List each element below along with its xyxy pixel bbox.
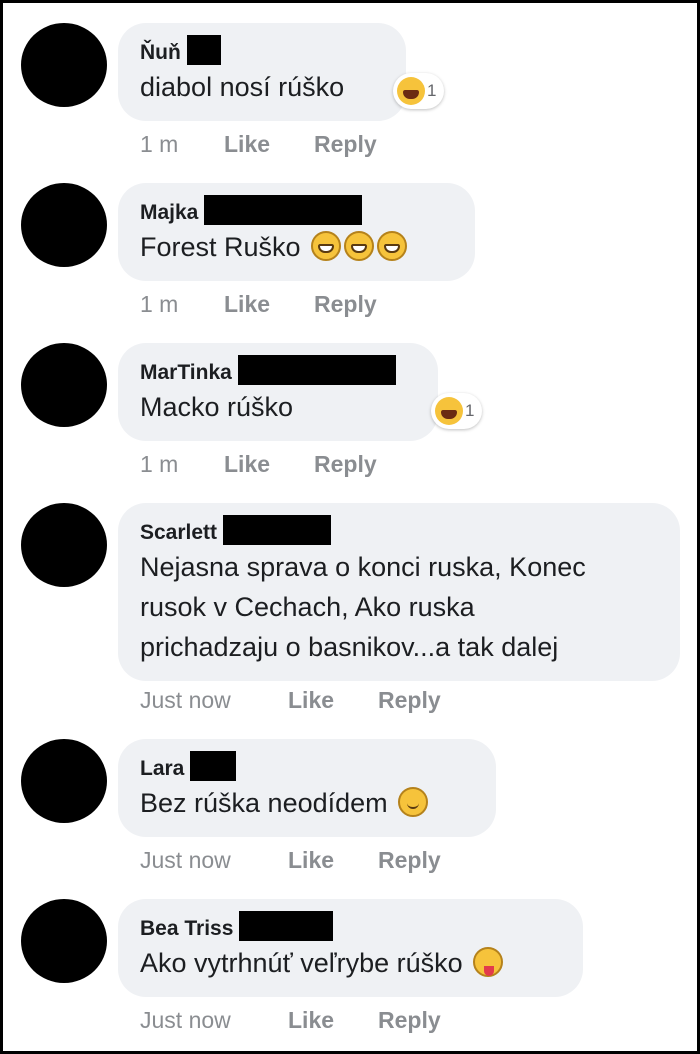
comment-time: 1 m xyxy=(140,291,179,317)
commenter-name[interactable]: MarTinka xyxy=(140,361,232,384)
winking-tongue-emoji-icon xyxy=(473,947,504,977)
comment-bubble: Lara Bez rúška neodídem xyxy=(118,739,496,837)
comment-text: Macko rúško xyxy=(140,392,294,422)
reply-button[interactable]: Reply xyxy=(314,291,377,318)
avatar-redacted[interactable] xyxy=(21,899,107,983)
commenter-name[interactable]: Scarlett xyxy=(140,521,217,544)
grinning-emoji-icon xyxy=(377,231,408,261)
redacted-surname xyxy=(204,195,363,225)
redacted-surname xyxy=(186,35,221,65)
laughing-emoji-icon xyxy=(397,77,425,105)
like-button[interactable]: Like xyxy=(224,131,270,158)
avatar-redacted[interactable] xyxy=(21,343,107,427)
reaction-badge[interactable]: 1 xyxy=(393,73,445,109)
comment-bubble: Bea Triss Ako vytrhnúť veľrybe rúško xyxy=(118,899,583,997)
commenter-name[interactable]: Bea Triss xyxy=(140,917,233,940)
avatar-redacted[interactable] xyxy=(21,23,107,107)
smiling-emoji-icon xyxy=(398,787,429,817)
like-button[interactable]: Like xyxy=(224,451,270,478)
reaction-count: 1 xyxy=(465,401,475,420)
comment-text-line: rusok v Cechach, Ako ruska xyxy=(140,592,475,622)
comment-text: Ako vytrhnúť veľrybe rúško xyxy=(140,943,561,983)
reply-button[interactable]: Reply xyxy=(378,687,441,714)
reply-button[interactable]: Reply xyxy=(378,1007,441,1034)
like-button[interactable]: Like xyxy=(288,847,334,874)
commenter-name[interactable]: Lara xyxy=(140,757,184,780)
comment-text-line: prichadzaju o basnikov...a tak dalej xyxy=(140,632,559,662)
comment-time: 1 m xyxy=(140,451,179,477)
like-button[interactable]: Like xyxy=(288,1007,334,1034)
redacted-surname xyxy=(239,911,334,941)
comment-time: Just now xyxy=(140,847,231,873)
comment-bubble: MarTinka Macko rúško xyxy=(118,343,438,441)
like-button[interactable]: Like xyxy=(224,291,270,318)
like-button[interactable]: Like xyxy=(288,687,334,714)
laughing-emoji-icon xyxy=(435,397,463,425)
grinning-emoji-icon xyxy=(311,231,342,261)
comment-time: Just now xyxy=(140,1007,231,1033)
comment-text-content: Ako vytrhnúť veľrybe rúško xyxy=(140,948,463,978)
commenter-name[interactable]: Ňuň xyxy=(140,41,181,64)
comment-time: 1 m xyxy=(140,131,179,157)
comment-text: diabol nosí rúško xyxy=(140,72,345,102)
avatar-redacted[interactable] xyxy=(21,739,107,823)
reply-button[interactable]: Reply xyxy=(378,847,441,874)
avatar-redacted[interactable] xyxy=(21,503,107,587)
comment-bubble: Ňuň diabol nosí rúško xyxy=(118,23,406,121)
redacted-surname xyxy=(222,515,331,545)
comment-bubble: Scarlett Nejasna sprava o konci ruska, K… xyxy=(118,503,680,681)
comment-text: Bez rúška neodídem xyxy=(140,783,474,823)
reaction-badge[interactable]: 1 xyxy=(431,393,483,429)
redacted-surname xyxy=(190,751,237,781)
grinning-emoji-icon xyxy=(344,231,375,261)
reaction-count: 1 xyxy=(427,81,437,100)
commenter-name[interactable]: Majka xyxy=(140,201,198,224)
comment-time: Just now xyxy=(140,687,231,713)
comment-text-content: Forest Ruško xyxy=(140,232,301,262)
avatar-redacted[interactable] xyxy=(21,183,107,267)
comment-thread: Ňuň diabol nosí rúško 1 1 m Like Reply M… xyxy=(0,0,700,1054)
comment-text-content: Bez rúška neodídem xyxy=(140,788,388,818)
reply-button[interactable]: Reply xyxy=(314,451,377,478)
comment-text-line: Nejasna sprava o konci ruska, Konec xyxy=(140,552,586,582)
comment-text: Nejasna sprava o konci ruska, Konec ruso… xyxy=(140,547,658,667)
redacted-surname xyxy=(237,355,396,385)
reply-button[interactable]: Reply xyxy=(314,131,377,158)
comment-text: Forest Ruško xyxy=(140,227,453,267)
comment-bubble: Majka Forest Ruško xyxy=(118,183,475,281)
